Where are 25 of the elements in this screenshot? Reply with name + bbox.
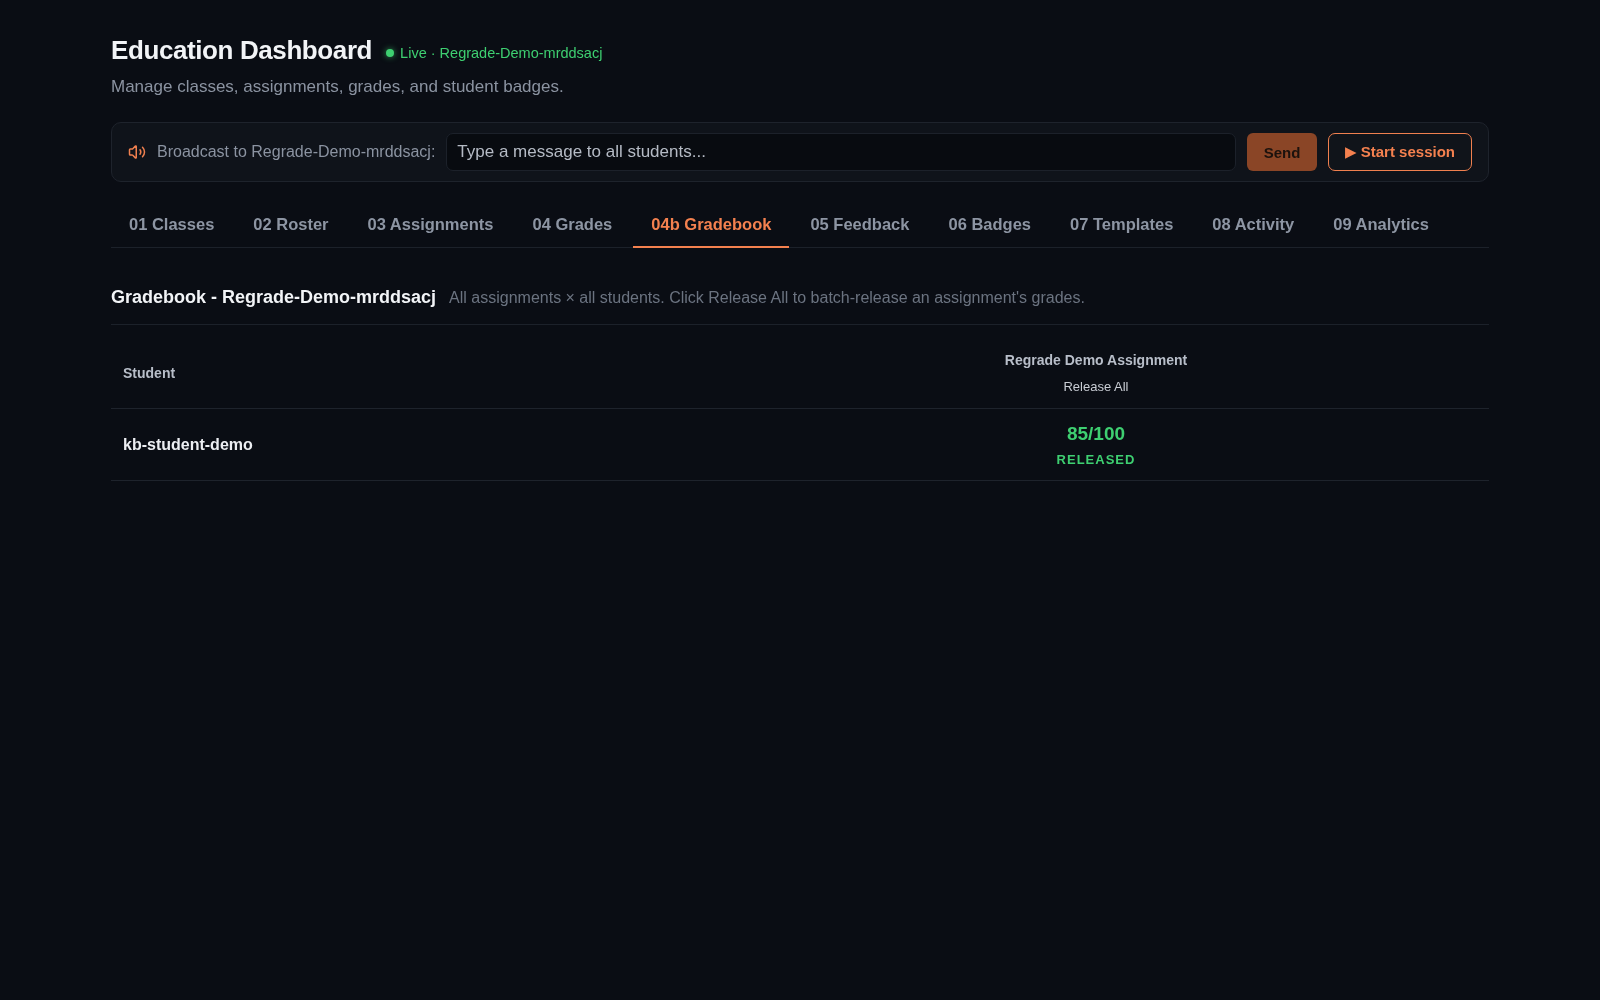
nav-tab[interactable]: 07 Templates [1052, 200, 1192, 248]
nav-tab[interactable]: 04b Gradebook [633, 200, 790, 248]
section-description: All assignments × all students. Click Release All to batch-release an assignment's grades. [449, 288, 1085, 308]
nav-tab[interactable]: 05 Feedback [792, 200, 928, 248]
column-header: Student [123, 364, 176, 381]
grade-score: 85/100 [1066, 422, 1126, 445]
nav-tab[interactable]: 09 Analytics [1315, 200, 1447, 248]
nav-tab[interactable]: 04 Grades [514, 200, 631, 248]
live-status: Live · Regrade-Demo-mrddsacj [400, 45, 603, 61]
page-title: Education Dashboard [111, 35, 373, 65]
section-title: Gradebook - Regrade-Demo-mrddsacj [111, 287, 437, 308]
nav-tab[interactable]: 01 Classes [111, 200, 233, 248]
nav-tab[interactable]: 06 Badges [930, 200, 1049, 248]
message-input[interactable]: Type a message to all students... [446, 133, 1237, 171]
release-all-button[interactable]: Release All [1063, 378, 1129, 394]
broadcast-label: Broadcast to Regrade-Demo-mrddsacj: [157, 143, 436, 161]
page-subtitle: Manage classes, assignments, grades, and student badges. [111, 77, 565, 97]
nav-tab[interactable]: 02 Roster [235, 200, 347, 248]
start-session-button[interactable]: ▶ Start session [1328, 133, 1472, 171]
student-name: kb-student-demo [123, 435, 253, 454]
column-header: Regrade Demo Assignment [1004, 351, 1188, 368]
grade-status: RELEASED [1056, 451, 1136, 467]
nav-tab[interactable]: 03 Assignments [349, 200, 512, 248]
nav-tab[interactable]: 08 Activity [1194, 200, 1313, 248]
speaker-icon [128, 143, 146, 161]
